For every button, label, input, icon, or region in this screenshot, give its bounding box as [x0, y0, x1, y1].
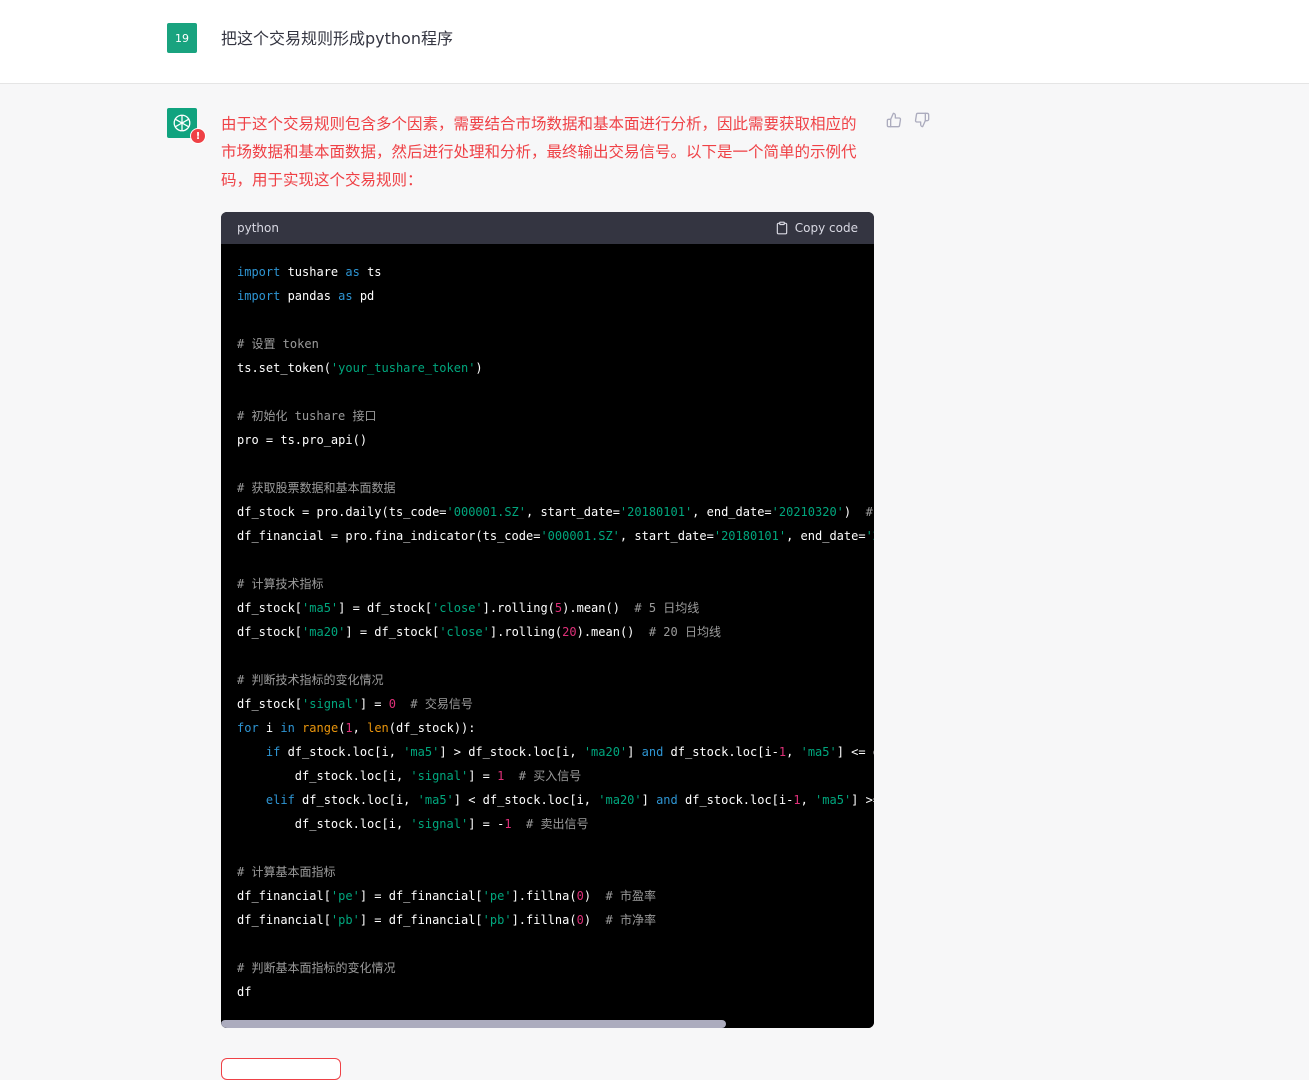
code-block-header: python Copy code: [221, 212, 874, 244]
scrollbar-thumb[interactable]: [221, 1020, 726, 1028]
regenerate-button[interactable]: [221, 1058, 341, 1080]
horizontal-scrollbar[interactable]: [221, 1020, 874, 1028]
code-text: import tushare as ts import pandas as pd…: [237, 265, 874, 999]
user-message-row: 19 把这个交易规则形成python程序: [0, 0, 1309, 84]
assistant-message-text: 由于这个交易规则包含多个因素，需要结合市场数据和基本面进行分析，因此需要获取相应…: [221, 115, 857, 189]
copy-code-label: Copy code: [794, 221, 858, 235]
clipboard-icon: [776, 221, 788, 235]
error-badge-icon: !: [190, 128, 206, 144]
openai-logo-icon: [173, 114, 191, 132]
user-message-text: 把这个交易规则形成python程序: [221, 29, 453, 48]
copy-code-button[interactable]: Copy code: [775, 221, 858, 235]
thumbs-up-icon[interactable]: [886, 112, 902, 128]
code-language-label: python: [237, 221, 279, 235]
user-avatar: 19: [167, 23, 197, 53]
code-block: python Copy code import tushare as ts im…: [221, 212, 874, 1028]
code-content[interactable]: import tushare as ts import pandas as pd…: [221, 244, 874, 1020]
thumbs-down-icon[interactable]: [914, 112, 930, 128]
